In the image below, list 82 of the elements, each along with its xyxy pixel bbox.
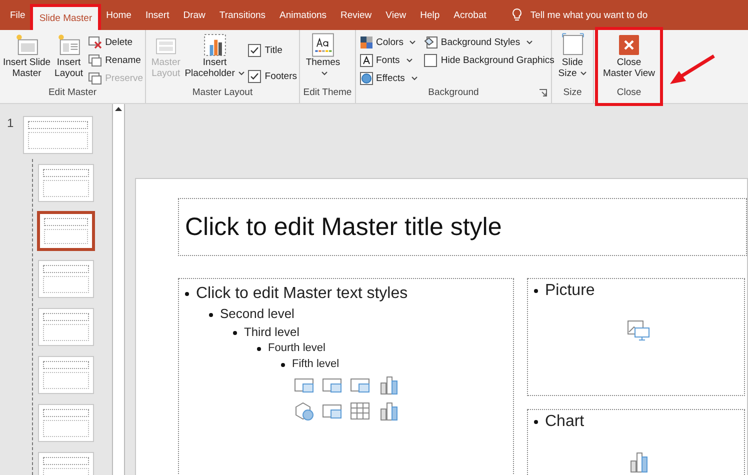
slide-size-button[interactable]: Slide Size <box>554 32 591 86</box>
caret-icon <box>410 76 418 80</box>
ribbon-tab[interactable]: Acrobat <box>448 6 492 24</box>
bullet-icon <box>534 420 538 424</box>
ribbon-command[interactable]: Delete <box>86 34 146 50</box>
ribbon-command[interactable]: Rename <box>86 52 146 68</box>
slide-thumbnail[interactable] <box>23 116 93 154</box>
bullet-text: Picture <box>545 282 595 300</box>
caret-icon <box>409 40 416 44</box>
bullet-text: Second level <box>220 305 294 324</box>
slide-thumbnail[interactable] <box>38 404 94 442</box>
checkmark-icon <box>250 72 259 80</box>
slide-thumbnail[interactable] <box>38 308 94 346</box>
ribbon-command[interactable]: Effects <box>358 70 420 86</box>
title-text: Click to edit Master title style <box>185 212 502 242</box>
slide-thumbnail[interactable] <box>38 164 94 202</box>
bullet-icon <box>185 292 189 296</box>
checkbox[interactable]: Title <box>246 42 297 58</box>
group-label: Edit Master <box>47 86 98 100</box>
group-label: Background <box>428 86 479 100</box>
bullet-icon <box>209 312 213 317</box>
group-label: Size <box>562 86 583 100</box>
picture-icon[interactable] <box>627 320 651 342</box>
ribbon-command[interactable]: Colors <box>358 34 420 50</box>
slide-icon <box>88 72 102 84</box>
slide-number: 1 <box>7 116 14 130</box>
ribbon-tab[interactable]: Insert <box>139 6 176 24</box>
caret-icon <box>580 70 587 76</box>
color-swatch-icon <box>360 36 373 48</box>
bullet-text: Fourth level <box>268 341 326 356</box>
content-placeholder[interactable]: Click to edit Master text styles Second level Third level Fourth level Fifth level <box>178 278 514 475</box>
ribbon-tab[interactable]: View <box>380 6 412 24</box>
bullet-text: Click to edit Master text styles <box>196 284 408 304</box>
insert-layout-button[interactable]: Insert Layout <box>54 32 84 86</box>
font-icon <box>360 54 373 66</box>
insert-content-icon[interactable] <box>349 401 371 422</box>
ribbon-command[interactable]: Fonts <box>358 52 420 68</box>
dialog-launcher-icon[interactable] <box>539 89 547 97</box>
bullet-text: Chart <box>545 413 584 431</box>
bullet-icon <box>233 330 237 335</box>
ribbon-tab[interactable]: Slide Master <box>33 6 98 32</box>
chart-icon[interactable] <box>629 451 649 473</box>
caret-icon <box>406 58 413 62</box>
ribbon-tab[interactable]: Help <box>414 6 446 24</box>
close-master-view-button[interactable]: Close Master View <box>600 32 658 86</box>
lightbulb-icon <box>512 8 522 22</box>
checkbox[interactable]: Hide Background Graphics <box>422 52 554 68</box>
caret-icon <box>238 70 245 76</box>
insert-content-icon[interactable] <box>293 401 315 422</box>
slide-thumbnail[interactable] <box>38 356 94 394</box>
slide-icon <box>88 36 102 48</box>
group-label: Master Layout <box>191 86 254 100</box>
ribbon-tab[interactable]: Draw <box>177 6 212 24</box>
caret-icon <box>320 70 328 76</box>
effects-icon <box>360 72 373 84</box>
ribbon-tab[interactable]: Animations <box>274 6 333 24</box>
insert-slide-master-button[interactable]: Insert Slide Master <box>2 32 52 86</box>
chart-placeholder[interactable]: Chart <box>527 409 745 475</box>
insert-placeholder-button[interactable]: Insert Placeholder <box>186 32 244 86</box>
bullet-text: Fifth level <box>292 357 340 372</box>
ribbon-tab[interactable]: Transitions <box>213 6 272 24</box>
slide-thumbnail[interactable] <box>38 212 94 250</box>
checkbox[interactable]: Footers <box>246 68 297 84</box>
title-placeholder[interactable]: Click to edit Master title style <box>178 198 747 256</box>
bullet-icon <box>534 289 538 293</box>
themes-button[interactable]: Themes <box>302 32 344 86</box>
slide-icon <box>88 54 102 66</box>
bullet-icon <box>281 363 285 368</box>
scrollbar[interactable] <box>112 104 125 475</box>
ribbon-tab[interactable]: Review <box>334 6 378 24</box>
picture-placeholder[interactable]: Picture <box>527 278 745 396</box>
slide-thumbnail[interactable] <box>38 260 94 298</box>
background-styles-button[interactable]: Background Styles <box>422 34 554 50</box>
tell-me-field[interactable]: Tell me what you want to do <box>512 8 672 22</box>
ribbon-tab[interactable]: File <box>4 6 32 24</box>
bullet-text: Third level <box>244 324 300 342</box>
bullet-icon <box>257 347 261 352</box>
group-label: Edit Theme <box>302 86 353 100</box>
group-label: Close <box>616 86 642 100</box>
caret-icon <box>526 40 534 44</box>
ribbon-tab[interactable]: Home <box>100 6 138 24</box>
checkmark-icon <box>250 46 259 54</box>
